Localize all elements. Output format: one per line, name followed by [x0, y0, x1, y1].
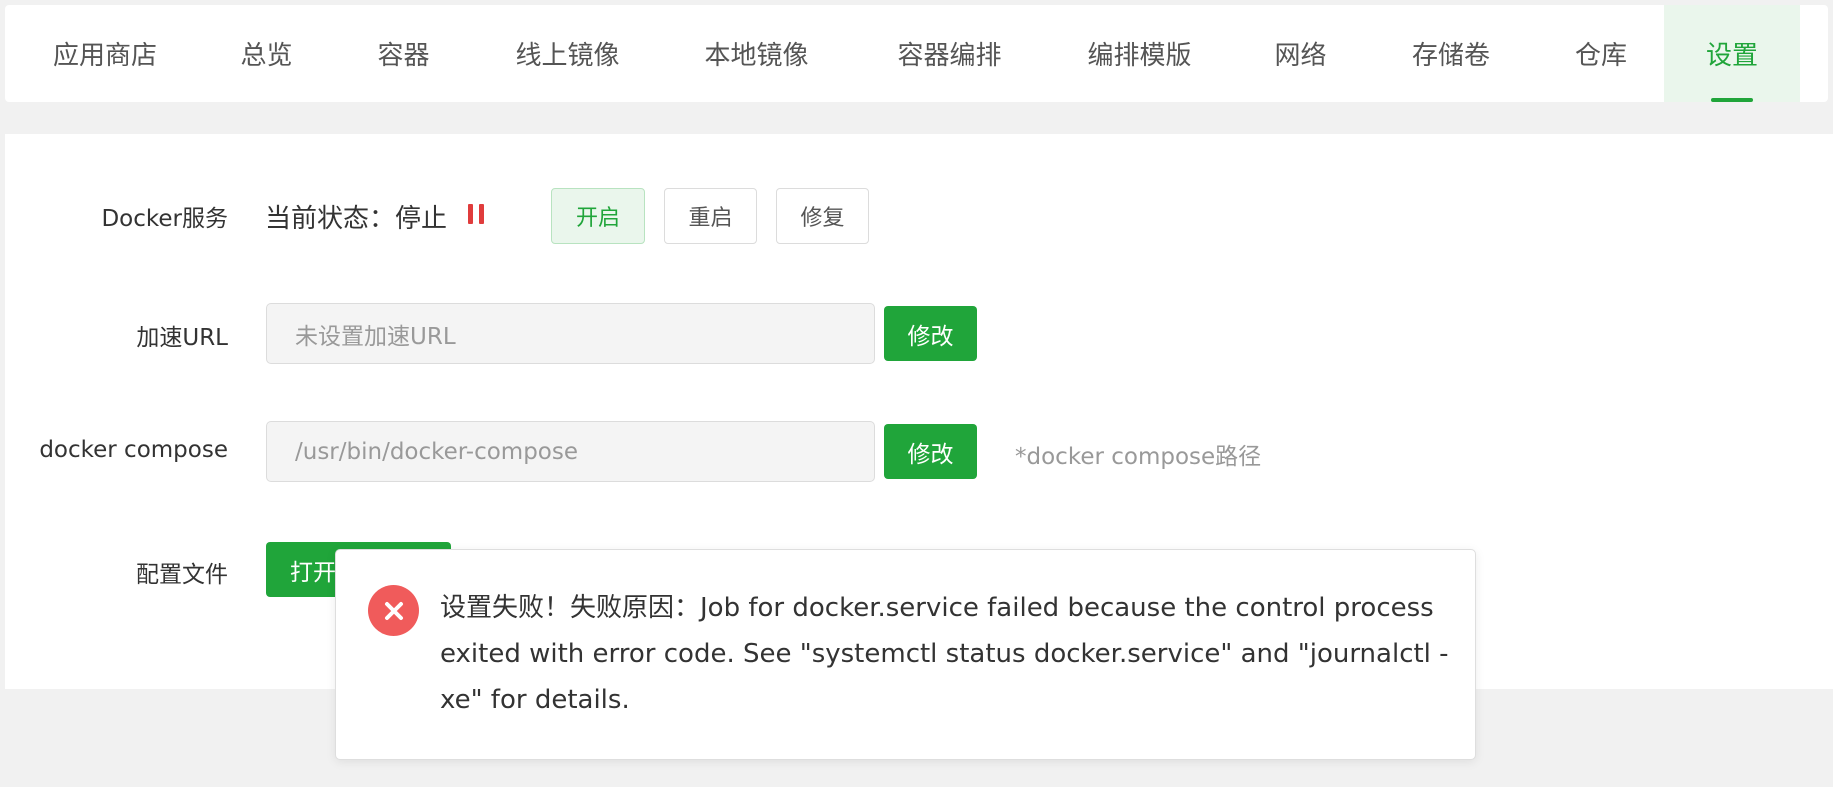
- mirror-url-label: 加速URL: [136, 325, 228, 351]
- pause-icon: [468, 204, 484, 224]
- active-tab-indicator: [1711, 98, 1753, 102]
- tab-label: 线上镜像: [515, 41, 620, 71]
- compose-path-input[interactable]: /usr/bin/docker-compose: [266, 421, 875, 482]
- compose-path-hint: *docker compose路径: [1015, 444, 1262, 470]
- tab-label: 网络: [1274, 41, 1327, 71]
- tab-registry[interactable]: 仓库: [1538, 5, 1664, 102]
- docker-service-label: Docker服务: [101, 206, 228, 232]
- start-button[interactable]: 开启: [551, 188, 645, 244]
- tab-online-images[interactable]: 线上镜像: [479, 5, 656, 102]
- service-status-text: 当前状态：停止: [265, 204, 448, 234]
- tab-label: 设置: [1705, 41, 1758, 71]
- mirror-url-input[interactable]: 未设置加速URL: [266, 303, 875, 364]
- tab-app-store[interactable]: 应用商店: [5, 5, 205, 102]
- tab-local-images[interactable]: 本地镜像: [656, 5, 857, 102]
- top-tab-bar: 应用商店 总览 容器 线上镜像 本地镜像 容器编排 编排模版 网络 存储卷 仓库…: [5, 5, 1828, 102]
- tab-compose[interactable]: 容器编排: [857, 5, 1042, 102]
- tab-compose-templates[interactable]: 编排模版: [1042, 5, 1237, 102]
- close-icon: [368, 585, 419, 636]
- tab-settings[interactable]: 设置: [1664, 5, 1800, 102]
- tab-overview[interactable]: 总览: [205, 5, 328, 102]
- tab-label: 应用商店: [52, 41, 157, 71]
- tab-containers[interactable]: 容器: [328, 5, 479, 102]
- tab-label: 容器编排: [897, 41, 1002, 71]
- tab-label: 本地镜像: [704, 41, 809, 71]
- tab-label: 总览: [240, 41, 293, 71]
- tab-volumes[interactable]: 存储卷: [1364, 5, 1538, 102]
- restart-button[interactable]: 重启: [664, 188, 757, 244]
- tab-label: 仓库: [1574, 41, 1627, 71]
- compose-label: docker compose: [39, 437, 228, 463]
- mirror-modify-button[interactable]: 修改: [884, 306, 977, 361]
- repair-button[interactable]: 修复: [776, 188, 869, 244]
- config-file-label: 配置文件: [136, 562, 228, 588]
- tab-label: 存储卷: [1411, 41, 1490, 71]
- error-message: 设置失败！失败原因：Job for docker.service failed …: [440, 593, 1449, 715]
- tab-network[interactable]: 网络: [1237, 5, 1364, 102]
- tab-label: 容器: [377, 41, 430, 71]
- tab-label: 编排模版: [1087, 41, 1192, 71]
- error-toast: 设置失败！失败原因：Job for docker.service failed …: [335, 549, 1476, 760]
- compose-modify-button[interactable]: 修改: [884, 424, 977, 479]
